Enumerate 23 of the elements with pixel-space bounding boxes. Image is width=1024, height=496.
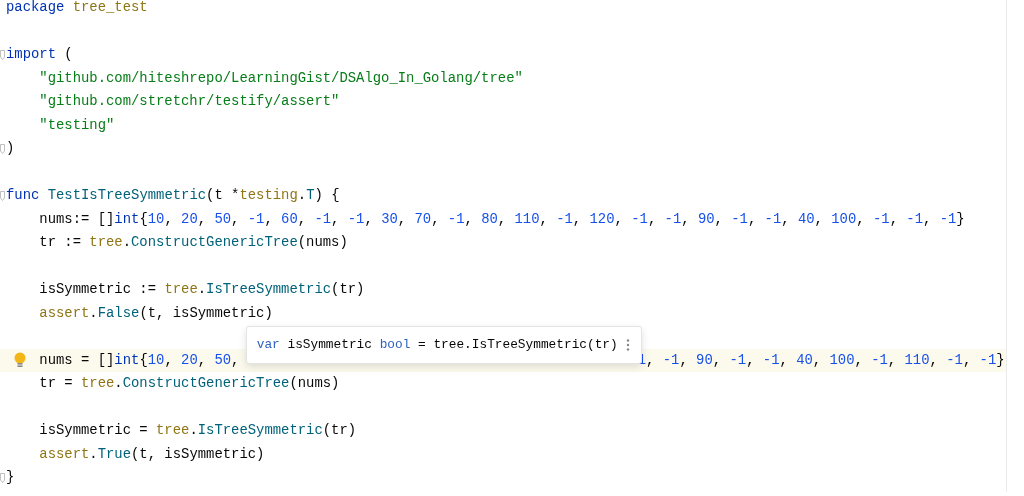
fold-icon[interactable]: [0, 473, 5, 483]
fold-icon[interactable]: [0, 191, 5, 201]
more-icon[interactable]: [625, 338, 630, 351]
code-line: tr = tree.ConstructGenericTree(nums): [39, 374, 340, 393]
code-line: isSymmetric = tree.IsTreeSymmetric(tr): [39, 421, 357, 440]
code-line: ): [6, 139, 15, 158]
fold-icon[interactable]: [0, 50, 5, 60]
code-line: assert.True(t, isSymmetric): [39, 444, 265, 464]
code-line: func TestIsTreeSymmetric(t *testing.T) {: [6, 186, 340, 205]
code-line: nums = []int{10, 20, 50,: [39, 350, 240, 370]
code-line: isSymmetric := tree.IsTreeSymmetric(tr): [39, 280, 365, 299]
code-line: package tree_test: [6, 0, 148, 17]
code-line: }: [6, 468, 15, 487]
code-line: "github.com/hiteshrepo/LearningGist/DSAlgo_In_Golang/tree": [39, 68, 523, 88]
code-line: tr := tree.ConstructGenericTree(nums): [39, 233, 348, 252]
fold-icon[interactable]: [0, 144, 5, 154]
code-line: "github.com/stretchr/testify/assert": [39, 92, 340, 111]
code-line: import (: [6, 45, 73, 64]
lightbulb-icon[interactable]: [14, 351, 26, 369]
code-line: assert.False(t, isSymmetric): [39, 303, 273, 323]
hint-text: var isSymmetric bool = tree.IsTreeSymmetric(tr): [256, 335, 618, 354]
code-line: "testing": [39, 115, 115, 135]
code-line: nums:= []int{10, 20, 50, -1, 60, -1, -1, 30, 70, -1, 80, 110, -1, 120, -1, -1, 90, -1, -1, 40, 100, -1, -1, -1}: [39, 209, 965, 229]
